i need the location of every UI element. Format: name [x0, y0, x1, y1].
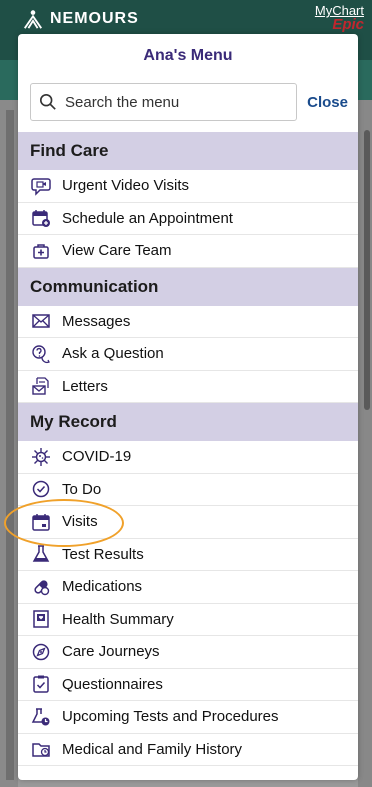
menu-item-letters[interactable]: Letters [18, 371, 358, 403]
menu-item-ask-question[interactable]: Ask a Question [18, 338, 358, 371]
clock-check-icon [30, 478, 52, 500]
menu-item-medications[interactable]: Medications [18, 571, 358, 604]
menu-item-label: Health Summary [62, 610, 174, 628]
section-heading-communication: Communication [18, 267, 358, 306]
menu-item-label: Test Results [62, 545, 144, 563]
org-name: NEMOURS [50, 10, 139, 27]
menu-item-label: Urgent Video Visits [62, 177, 190, 195]
menu-item-label: Medications [62, 578, 143, 596]
clipboard-check-icon [30, 673, 52, 695]
section-heading-my-record: My Record [18, 403, 358, 441]
menu-item-questionnaires[interactable]: Questionnaires [18, 669, 358, 701]
menu-item-label: Medical and Family History [62, 740, 243, 758]
search-row: Close [18, 80, 358, 124]
menu-item-visits[interactable]: Visits [18, 506, 358, 539]
video-chat-icon [30, 175, 52, 197]
background-strip-inner [6, 110, 14, 780]
menu-item-medical-family-history[interactable]: Medical and Family History [18, 734, 358, 766]
menu-panel: Ana's Menu Close Find Care Urgent Video … [18, 34, 358, 780]
calendar-add-icon [30, 207, 52, 229]
letters-icon [30, 375, 52, 397]
menu-title: Ana's Menu [143, 47, 233, 64]
health-summary-icon [30, 608, 52, 630]
menu-item-covid-19[interactable]: COVID-19 [18, 441, 358, 474]
menu-item-label: Schedule an Appointment [62, 209, 233, 227]
nemours-logo: NEMOURS [22, 8, 139, 30]
nemours-logo-icon [23, 10, 43, 29]
menu-item-label: Letters [62, 377, 108, 395]
menu-item-label: Upcoming Tests and Procedures [62, 708, 279, 726]
menu-item-label: COVID-19 [62, 448, 132, 466]
envelope-icon [30, 310, 52, 332]
menu-item-label: Ask a Question [62, 345, 164, 363]
close-button[interactable]: Close [307, 94, 348, 111]
flask-icon [30, 543, 52, 565]
question-bubble-icon [30, 343, 52, 365]
menu-item-label: Visits [62, 513, 98, 531]
menu-item-label: Messages [62, 312, 131, 330]
virus-icon [30, 446, 52, 468]
folder-clock-icon [30, 738, 52, 760]
calendar-icon [30, 511, 52, 533]
menu-item-label: To Do [62, 480, 102, 498]
menu-item-upcoming-tests[interactable]: Upcoming Tests and Procedures [18, 701, 358, 734]
menu-item-label: Care Journeys [62, 643, 160, 661]
background-scrollbar [364, 130, 370, 410]
compass-icon [30, 641, 52, 663]
menu-item-care-journeys[interactable]: Care Journeys [18, 636, 358, 669]
flask-clock-icon [30, 706, 52, 728]
search-box[interactable] [30, 83, 298, 121]
menu-item-schedule-appointment[interactable]: Schedule an Appointment [18, 203, 358, 235]
menu-item-view-care-team[interactable]: View Care Team [18, 235, 358, 268]
search-icon [39, 93, 56, 110]
pill-icon [30, 576, 52, 598]
epic-brand: Epic [332, 16, 364, 33]
search-input[interactable] [65, 93, 265, 111]
menu-item-urgent-video-visits[interactable]: Urgent Video Visits [18, 170, 358, 203]
care-team-icon [30, 240, 52, 262]
menu-item-label: View Care Team [62, 242, 172, 260]
menu-item-health-summary[interactable]: Health Summary [18, 604, 358, 636]
menu-item-to-do[interactable]: To Do [18, 474, 358, 506]
section-heading-find-care: Find Care [18, 132, 358, 170]
mychart-logo: MyChart Epic [315, 4, 364, 33]
menu-item-label: Questionnaires [62, 675, 163, 693]
menu-item-test-results[interactable]: Test Results [18, 539, 358, 571]
menu-item-messages[interactable]: Messages [18, 306, 358, 338]
